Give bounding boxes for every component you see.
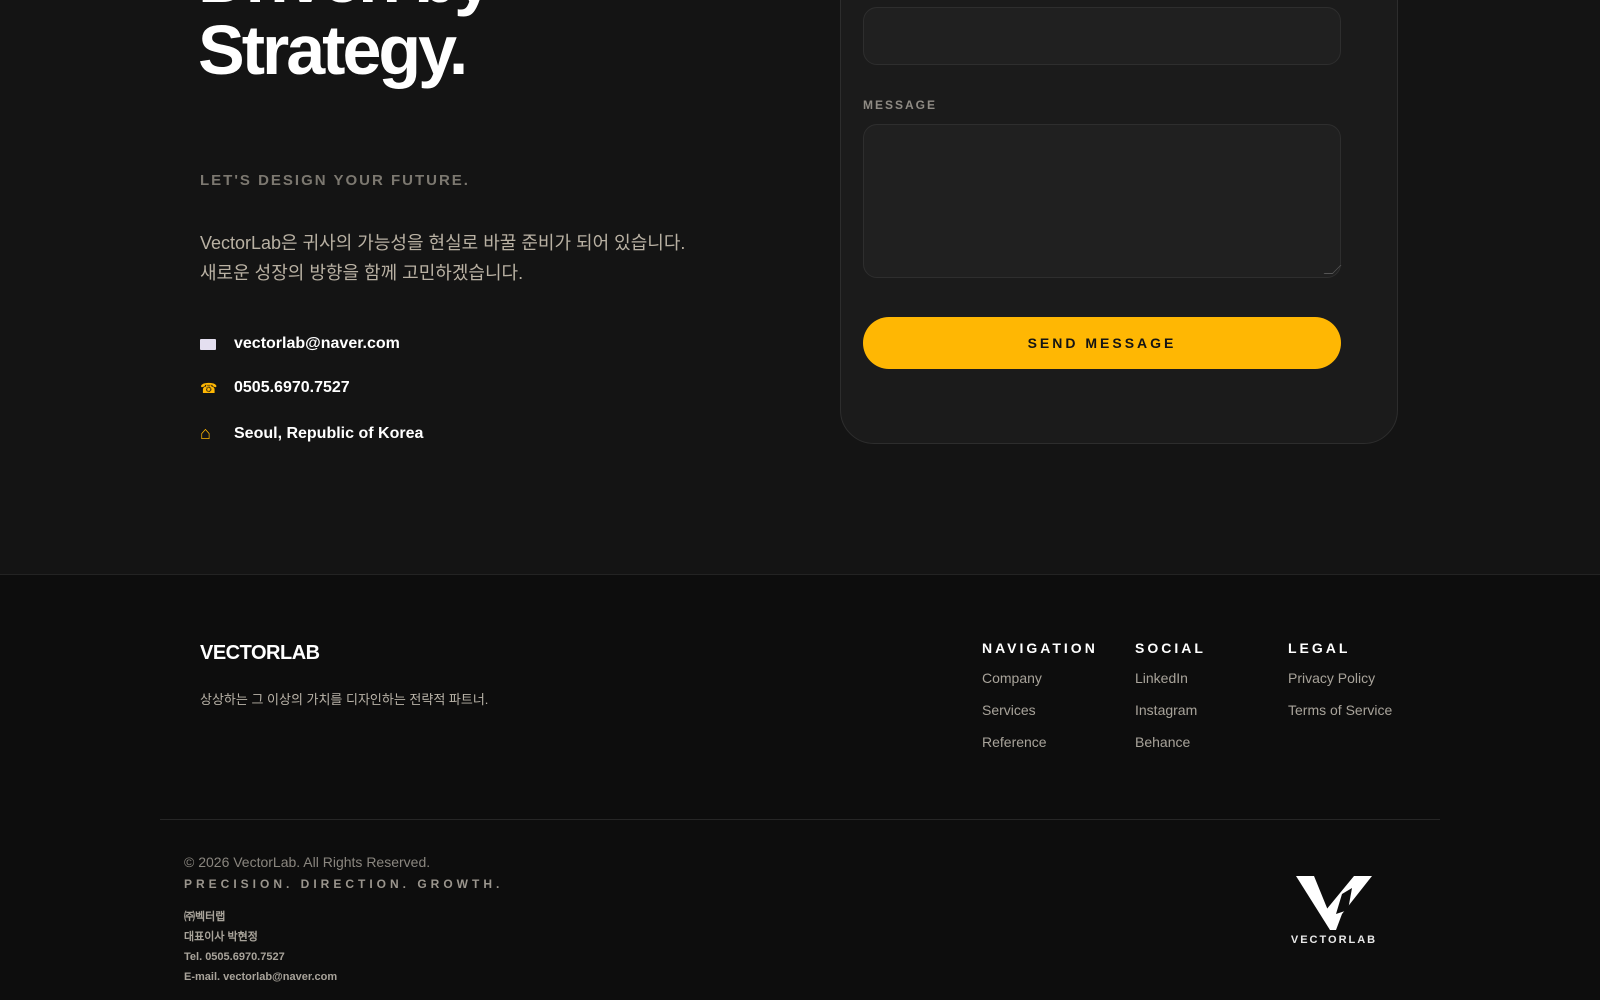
footer-heading: LEGAL — [1288, 640, 1351, 656]
contact-email[interactable]: vectorlab@naver.com — [200, 335, 400, 353]
footer-link-services[interactable]: Services — [982, 701, 1098, 719]
footer-heading: SOCIAL — [1135, 640, 1206, 656]
footer-link-linkedin[interactable]: LinkedIn — [1135, 669, 1206, 687]
footer-column-navigation: NAVIGATION Company Services Reference — [982, 640, 1098, 765]
contact-address: ⌂ Seoul, Republic of Korea — [200, 423, 423, 444]
company-name: ㈜벡터랩 — [184, 911, 226, 923]
footer-column-legal: LEGAL Privacy Policy Terms of Service — [1288, 640, 1392, 733]
intro-line: VectorLab은 귀사의 가능성을 현실로 바꿀 준비가 되어 있습니다. — [200, 233, 686, 253]
telephone-icon: ☎ — [200, 379, 218, 396]
hero-intro: VectorLab은 귀사의 가능성을 현실로 바꿀 준비가 되어 있습니다. … — [200, 228, 685, 288]
contact-section: Driven by Strategy. LET'S DESIGN YOUR FU… — [0, 0, 1600, 574]
contact-phone-text[interactable]: 0505.6970.7527 — [234, 379, 350, 397]
copyright-text: © 2026 VectorLab. All Rights Reserved. — [184, 854, 431, 870]
footer-tagline: 상상하는 그 이상의 가치를 디자인하는 전략적 파트너. — [200, 692, 489, 707]
footer-column-social: SOCIAL LinkedIn Instagram Behance — [1135, 640, 1206, 765]
form-input-field[interactable] — [863, 7, 1341, 65]
home-icon: ⌂ — [200, 423, 211, 443]
logo-wordmark: VECTORLAB — [1290, 934, 1378, 946]
envelope-icon — [200, 338, 220, 350]
message-textarea[interactable] — [863, 124, 1342, 278]
company-email: E-mail. vectorlab@naver.com — [184, 971, 338, 983]
footer-link-reference[interactable]: Reference — [982, 733, 1098, 751]
footer-link-terms-of-service[interactable]: Terms of Service — [1288, 701, 1392, 719]
footer-brand[interactable]: VECTORLAB — [200, 642, 320, 665]
intro-line: 새로운 성장의 방향을 함께 고민하겠습니다. — [200, 263, 524, 283]
contact-email-text[interactable]: vectorlab@naver.com — [234, 335, 400, 353]
message-label: MESSAGE — [863, 98, 938, 112]
send-message-button[interactable]: SEND MESSAGE — [863, 317, 1341, 369]
footer-divider — [160, 819, 1440, 820]
footer-link-privacy-policy[interactable]: Privacy Policy — [1288, 669, 1392, 687]
hero-kicker: LET'S DESIGN YOUR FUTURE. — [200, 172, 470, 189]
headline-line: Strategy. — [198, 11, 468, 89]
footer-link-instagram[interactable]: Instagram — [1135, 701, 1206, 719]
company-ceo: 대표이사 박현정 — [184, 931, 258, 943]
contact-phone[interactable]: ☎ 0505.6970.7527 — [200, 379, 350, 397]
footer-link-behance[interactable]: Behance — [1135, 733, 1206, 751]
company-tel: Tel. 0505.6970.7527 — [184, 951, 285, 963]
footer-heading: NAVIGATION — [982, 640, 1098, 656]
hero-headline: Driven by Strategy. — [198, 0, 493, 89]
resize-handle-icon[interactable] — [1323, 265, 1342, 274]
vectorlab-logo[interactable]: VECTORLAB — [1288, 874, 1380, 946]
contact-form-card: MESSAGE SEND MESSAGE — [840, 0, 1398, 444]
footer-link-company[interactable]: Company — [982, 669, 1098, 687]
company-info: ㈜벡터랩 대표이사 박현정 Tel. 0505.6970.7527 E-mail… — [184, 907, 337, 987]
footer-motto: PRECISION. DIRECTION. GROWTH. — [184, 877, 504, 891]
logo-v-icon — [1296, 876, 1372, 930]
contact-address-text: Seoul, Republic of Korea — [234, 424, 424, 442]
